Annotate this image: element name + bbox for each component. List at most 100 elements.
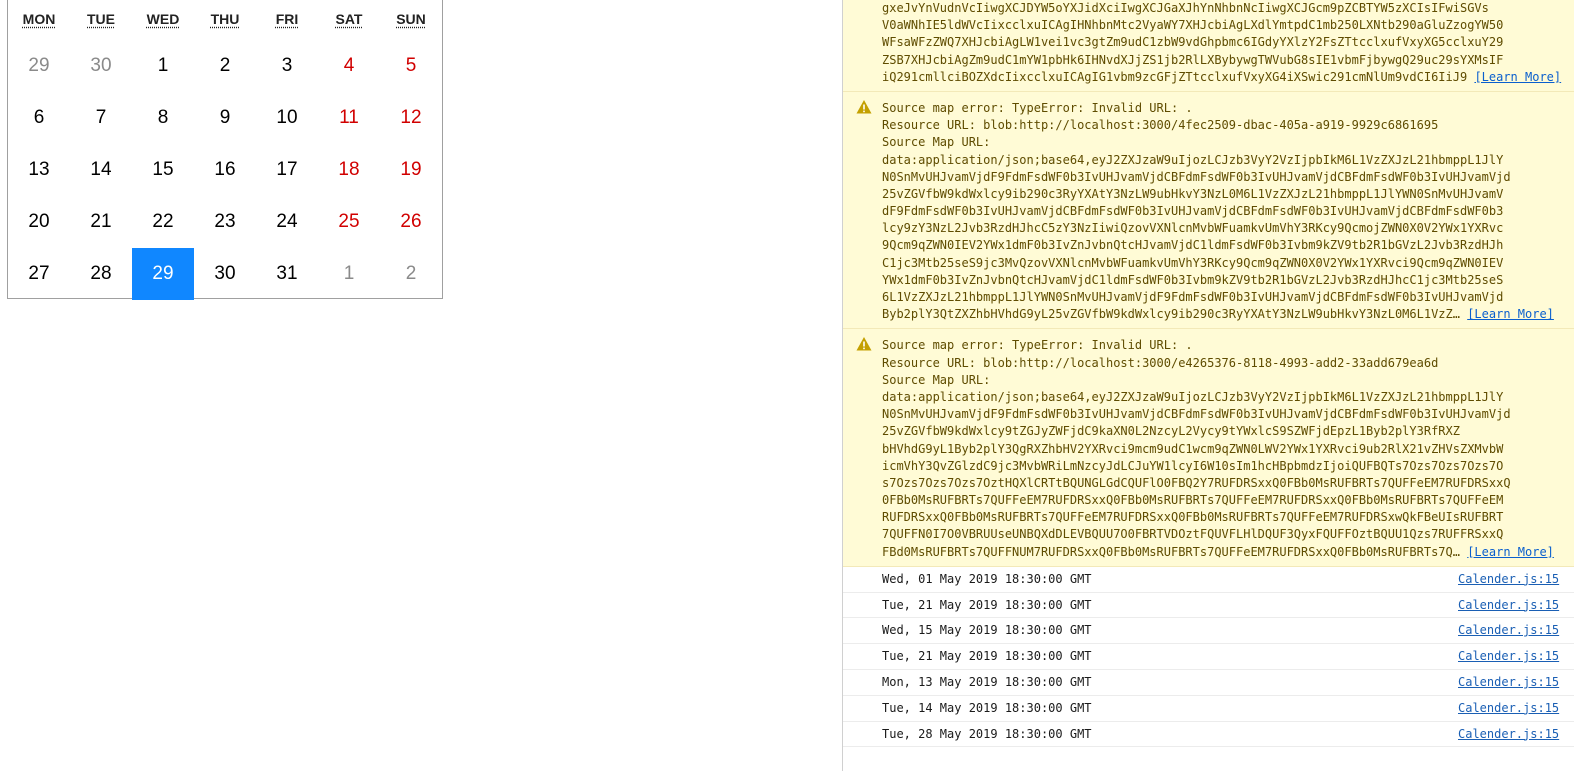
warning-text-line: dF9FdmFsdWF0b3IvUHJvamVjdCBFdmFsdWF0b3Iv… xyxy=(882,204,1504,219)
weekday-label-thu: THU xyxy=(194,0,256,40)
month-calendar: MON TUE WED THU FRI SAT SUN 29 30 1 2 3 4 5 6 7 8 9 10 11 1… xyxy=(7,0,443,300)
calendar-day[interactable]: 27 xyxy=(8,248,70,300)
calendar-day[interactable]: 28 xyxy=(70,248,132,300)
warning-text-line: ZSB7XHJcbiAgZm9udC1mYW1pbHk6IHNvdXJjZS1j… xyxy=(882,52,1504,67)
warning-icon xyxy=(856,336,872,352)
warning-text-line: RUFDRSxxQ0FBb0MsRUFBRTs7QUFFeEM7RUFDRSxx… xyxy=(882,510,1504,525)
calendar-day[interactable]: 11 xyxy=(318,92,380,144)
calendar-day[interactable]: 13 xyxy=(8,144,70,196)
console-log-row: Wed, 15 May 2019 18:30:00 GMT Calender.js… xyxy=(843,618,1574,645)
weekday-abbr: FRI xyxy=(275,11,299,27)
calendar-day[interactable]: 2 xyxy=(194,40,256,92)
warning-text-line: Source Map URL: xyxy=(882,135,991,150)
log-source-link[interactable]: Calender.js:15 xyxy=(1458,618,1574,643)
warning-text-line: C1jc3Mtb25seS9jc3MvQzovVXNlcnMvbWFuamkvU… xyxy=(882,255,1504,270)
console-log-row: Tue, 14 May 2019 18:30:00 GMT Calender.js… xyxy=(843,696,1574,722)
warning-text-line: icmVhY3QvZGlzdC9jc3MvbWRiLmNzcyJdLCJuYW1… xyxy=(882,458,1504,473)
calendar-day[interactable]: 22 xyxy=(132,196,194,248)
console-log-row: Wed, 01 May 2019 18:30:00 GMT Calender.js… xyxy=(843,567,1574,593)
warning-text-line: N0SnMvUHJvamVjdF9FdmFsdWF0b3IvUHJvamVjdC… xyxy=(882,407,1511,422)
calendar-day[interactable]: 19 xyxy=(380,144,442,196)
weekday-label-fri: FRI xyxy=(256,0,318,40)
calendar-day[interactable]: 4 xyxy=(318,40,380,92)
calendar-day[interactable]: 29 xyxy=(8,40,70,92)
log-source-link[interactable]: Calender.js:15 xyxy=(1458,696,1574,721)
calendar-day[interactable]: 25 xyxy=(318,196,380,248)
calendar-day[interactable]: 12 xyxy=(380,92,442,144)
log-source-link[interactable]: Calender.js:15 xyxy=(1458,670,1574,695)
calendar-day[interactable]: 5 xyxy=(380,40,442,92)
log-message: Wed, 01 May 2019 18:30:00 GMT xyxy=(882,571,1092,586)
calendar-day[interactable]: 17 xyxy=(256,144,318,196)
warning-text-line: iQ291cmllciBOZXdcIixcclxuICAgIG1vbm9zcGF… xyxy=(882,69,1574,86)
log-message: Tue, 21 May 2019 18:30:00 GMT xyxy=(882,597,1092,612)
warning-text-line: s7Ozs7Ozs7Ozs7OztHQXlCRTtBQUNGLGdCQUFlO0… xyxy=(882,475,1511,490)
warning-text-line: 25vZGVfbW9kdWxlcy9ib290c3RyYXAtY3NzLW9ub… xyxy=(882,186,1504,201)
log-message: Wed, 15 May 2019 18:30:00 GMT xyxy=(882,623,1092,638)
log-source-link[interactable]: Calender.js:15 xyxy=(1458,722,1574,747)
calendar-day[interactable]: 31 xyxy=(256,248,318,300)
calendar-day[interactable]: 10 xyxy=(256,92,318,144)
warning-text-line: Source map error: TypeError: Invalid URL… xyxy=(882,100,1193,115)
warning-text-line: 25vZGVfbW9kdWxlcy9tZGJyZWFjdC9kaXN0L2Nzc… xyxy=(882,424,1460,439)
warning-text-line: 6L1VzZXJzL21hbmppL1JlYWN0SnMvUHJvamVjdF9… xyxy=(882,290,1504,304)
calendar-day[interactable]: 23 xyxy=(194,196,256,248)
calendar-day[interactable]: 30 xyxy=(194,248,256,300)
console-log-row: Tue, 21 May 2019 18:30:00 GMT Calender.js… xyxy=(843,593,1574,619)
calendar-day[interactable]: 3 xyxy=(256,40,318,92)
calendar-day[interactable]: 9 xyxy=(194,92,256,144)
weekday-abbr: SAT xyxy=(335,11,363,27)
log-source-link[interactable]: Calender.js:15 xyxy=(1458,644,1574,669)
calendar-day[interactable]: 7 xyxy=(70,92,132,144)
log-message: Tue, 14 May 2019 18:30:00 GMT xyxy=(882,700,1092,715)
calendar-day[interactable]: 2 xyxy=(380,248,442,300)
calendar-day[interactable]: 16 xyxy=(194,144,256,196)
warning-text: iQ291cmllciBOZXdcIixcclxuICAgIG1vbm9zcGF… xyxy=(882,69,1468,84)
browser-console-panel: gxeJvYnVudnVcIiwgXCJDYW5oYXJidXciIwgXCJG… xyxy=(842,0,1574,771)
log-message: Tue, 28 May 2019 18:30:00 GMT xyxy=(882,726,1092,741)
log-source-link[interactable]: Calender.js:15 xyxy=(1458,593,1574,618)
warning-text-line: 0FBb0MsRUFBRTs7QUFFeEM7RUFDRSxxQ0FBb0MsR… xyxy=(882,493,1504,508)
calendar-day[interactable]: 6 xyxy=(8,92,70,144)
warning-text-line: Byb2plY3QtZXZhbHVhdG9yL25vZGVfbW9kdWxlcy… xyxy=(882,306,1574,323)
calendar-day[interactable]: 21 xyxy=(70,196,132,248)
weekday-label-sat: SAT xyxy=(318,0,380,40)
log-message: Mon, 13 May 2019 18:30:00 GMT xyxy=(882,675,1092,689)
calendar-day[interactable]: 1 xyxy=(318,248,380,300)
warning-text-line: 9Qcm9qZWN0IEV2YWx1dmF0b3IvZnJvbnQtcHJvam… xyxy=(882,238,1504,253)
calendar-day[interactable]: 26 xyxy=(380,196,442,248)
console-log-row: Tue, 21 May 2019 18:30:00 GMT Calender.js… xyxy=(843,644,1574,670)
calendar-day[interactable]: 14 xyxy=(70,144,132,196)
learn-more-link[interactable]: [Learn More] xyxy=(1474,70,1561,84)
warning-text-line: gxeJvYnVudnVcIiwgXCJDYW5oYXJidXciIwgXCJG… xyxy=(882,1,1489,15)
warning-text-line: lcy9zY3NzL2Jvb3RzdHJhcC5zY3NzIiwiQzovVXN… xyxy=(882,221,1504,236)
console-warning-message: Source map error: TypeError: Invalid URL… xyxy=(843,329,1574,567)
weekday-abbr: TUE xyxy=(87,11,115,27)
warning-text-line: YWx1dmF0b3IvZnJvbnQtcHJvamVjdC1ldmFsdWF0… xyxy=(882,272,1504,287)
warning-text-line: Source map error: TypeError: Invalid URL… xyxy=(882,338,1193,353)
console-log-row: Tue, 28 May 2019 18:30:00 GMT Calender.js… xyxy=(843,722,1574,748)
learn-more-link[interactable]: [Learn More] xyxy=(1467,307,1554,321)
console-warning-message: gxeJvYnVudnVcIiwgXCJDYW5oYXJidXciIwgXCJG… xyxy=(843,0,1574,92)
console-warning-message: Source map error: TypeError: Invalid URL… xyxy=(843,91,1574,330)
calendar-day[interactable]: 24 xyxy=(256,196,318,248)
calendar-day[interactable]: 18 xyxy=(318,144,380,196)
warning-text-line: FBd0MsRUFBRTs7QUFFNUM7RUFDRSxxQ0FBb0MsRU… xyxy=(882,544,1574,561)
weekday-header: MON TUE WED THU FRI SAT SUN xyxy=(8,0,442,40)
calendar-day[interactable]: 8 xyxy=(132,92,194,144)
warning-text-line: 7QUFFN0I7O0VBRUUseUNBQXdDLEVBQUU7O0FBRTV… xyxy=(882,527,1504,542)
warning-text-line: data:application/json;base64,eyJ2ZXJzaW9… xyxy=(882,389,1504,404)
calendar-day[interactable]: 1 xyxy=(132,40,194,92)
learn-more-link[interactable]: [Learn More] xyxy=(1467,545,1554,559)
calendar-day-selected[interactable]: 29 xyxy=(132,248,194,300)
calendar-day[interactable]: 20 xyxy=(8,196,70,248)
weekday-label-sun: SUN xyxy=(380,0,442,40)
calendar-day[interactable]: 15 xyxy=(132,144,194,196)
calendar-day[interactable]: 30 xyxy=(70,40,132,92)
weekday-label-tue: TUE xyxy=(70,0,132,40)
log-message: Tue, 21 May 2019 18:30:00 GMT xyxy=(882,649,1092,664)
weekday-abbr: THU xyxy=(210,11,240,27)
warning-text-line: Resource URL: blob:http://localhost:3000… xyxy=(882,118,1439,133)
log-source-link[interactable]: Calender.js:15 xyxy=(1458,567,1574,592)
weekday-abbr: WED xyxy=(146,11,180,27)
